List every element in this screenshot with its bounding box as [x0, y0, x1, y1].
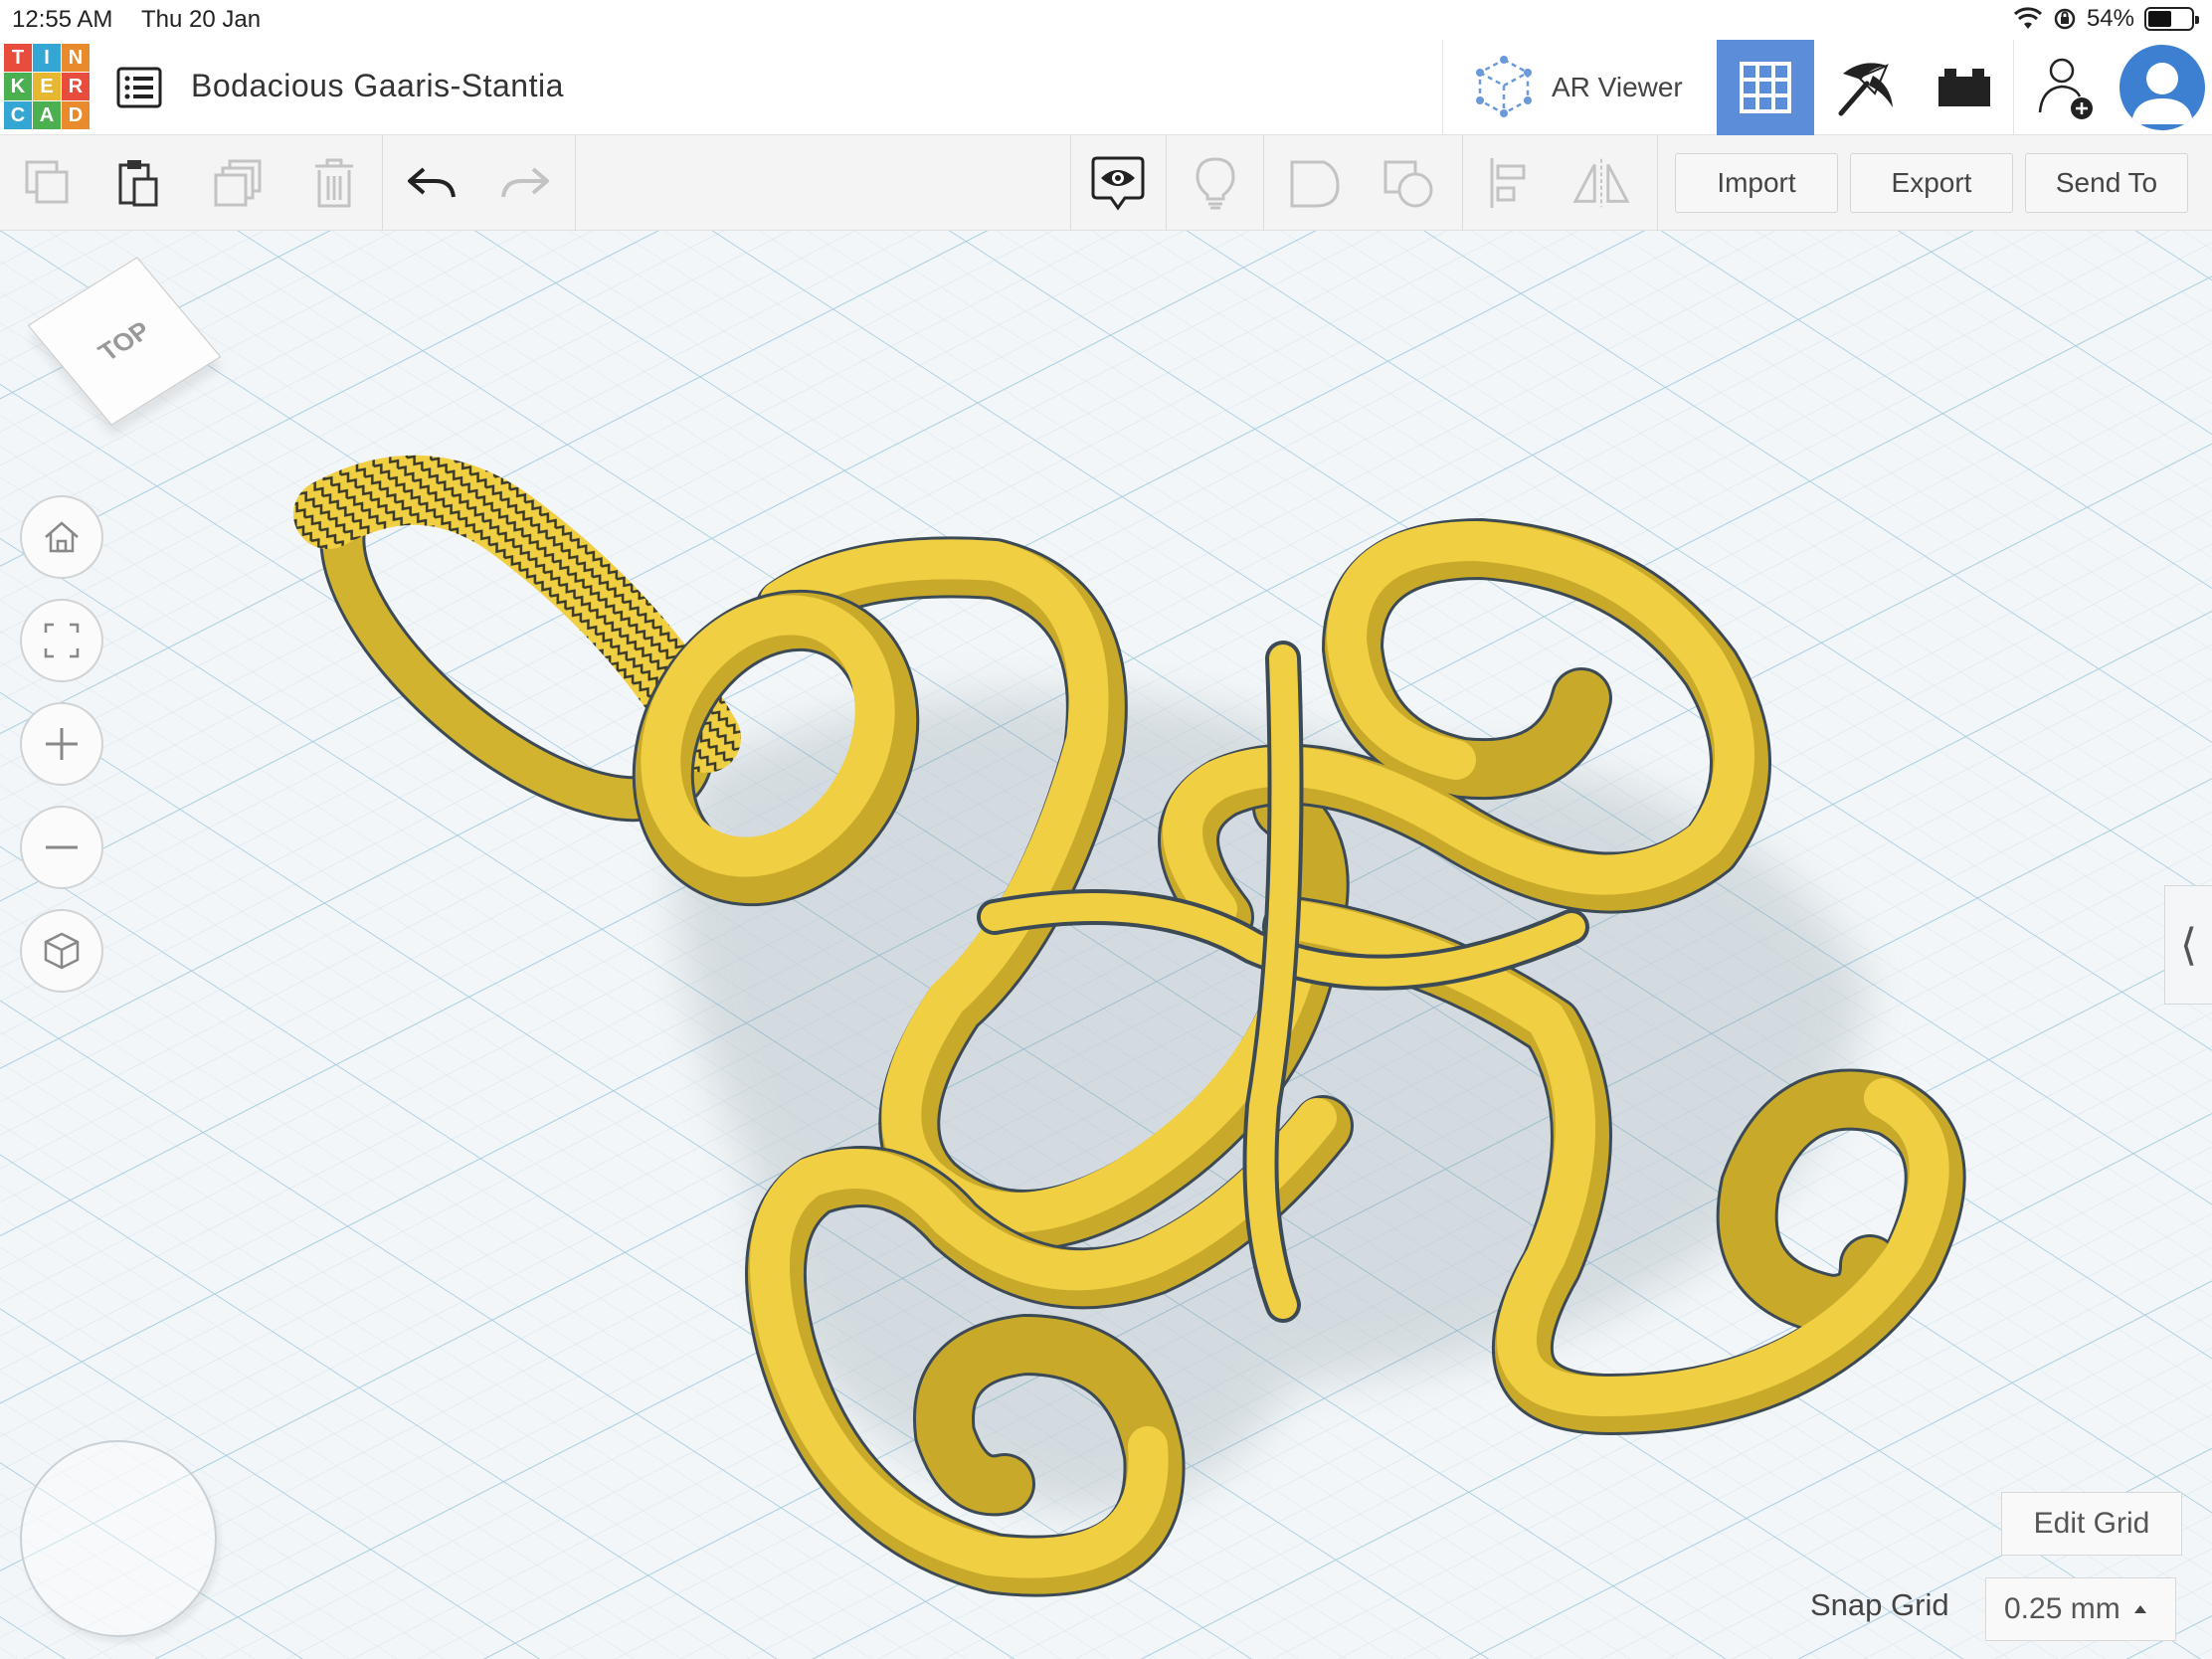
logo-letter: K — [4, 73, 32, 100]
grid-icon — [1740, 62, 1791, 113]
toolbar-divider — [1657, 135, 1658, 231]
blocks-view-button[interactable] — [1816, 40, 1914, 135]
invite-collaborator-button[interactable] — [2017, 40, 2115, 135]
battery-icon — [2144, 7, 2199, 31]
ungroup-button[interactable] — [1379, 153, 1438, 213]
logo-letter: C — [4, 101, 32, 129]
undo-button[interactable] — [402, 153, 461, 213]
fit-view-button[interactable] — [20, 599, 103, 682]
ar-viewer-label: AR Viewer — [1552, 72, 1683, 102]
ungroup-icon — [1383, 160, 1433, 208]
edit-grid-button[interactable]: Edit Grid — [2001, 1492, 2182, 1556]
snap-grid-label: Snap Grid — [1810, 1587, 1949, 1622]
edit-toolbar: Import Export Send To — [0, 135, 2212, 231]
logo-letter: N — [62, 44, 90, 72]
clipboard-icon — [118, 160, 158, 207]
delete-button[interactable] — [304, 153, 364, 213]
header-divider — [1442, 40, 1443, 135]
logo-letter: I — [33, 44, 61, 72]
undo-icon — [408, 167, 456, 198]
user-icon — [2131, 63, 2193, 124]
app-header: TIN KER CAD Bodacious Gaaris-Stantia AR Vi… — [0, 40, 2212, 135]
fit-all-icon — [44, 623, 80, 658]
view-cube-label: TOP — [92, 314, 156, 367]
ar-cube-icon — [1476, 56, 1532, 117]
logo-letter: R — [62, 73, 90, 100]
zoom-in-button[interactable] — [20, 702, 103, 786]
group-button[interactable] — [1285, 153, 1345, 213]
minus-icon — [46, 845, 78, 849]
bricks-view-button[interactable] — [1916, 40, 2013, 135]
ar-viewer-button[interactable]: AR Viewer — [1444, 40, 1713, 135]
workplane-svg[interactable] — [0, 231, 2212, 1659]
copy-button[interactable] — [18, 153, 78, 213]
redo-icon — [501, 167, 549, 198]
tinkercad-logo[interactable]: TIN KER CAD — [4, 44, 90, 129]
orientation-lock-icon — [2054, 8, 2076, 30]
logo-letter: A — [33, 101, 61, 129]
workplane-canvas[interactable]: TOP ⟨ Edit Grid Snap Grid 0.25 mm — [0, 231, 2212, 1659]
battery-level — [2148, 11, 2171, 27]
projection-toggle-button[interactable] — [20, 909, 103, 993]
import-button[interactable]: Import — [1675, 153, 1838, 213]
toolbar-divider — [575, 135, 576, 231]
status-date: Thu 20 Jan — [141, 6, 262, 33]
orbit-joystick[interactable] — [20, 1440, 217, 1637]
group-icon — [1290, 160, 1340, 208]
snap-grid-value: 0.25 mm — [2004, 1592, 2120, 1625]
3d-design-view-button[interactable] — [1717, 40, 1814, 135]
pickaxe-icon — [1838, 63, 1893, 116]
snap-grid-select[interactable]: 0.25 mm — [1985, 1577, 2176, 1641]
status-bar: 12:55 AM Thu 20 Jan 54% — [0, 0, 2212, 40]
toolbar-divider — [1462, 135, 1463, 231]
mirror-icon — [1572, 158, 1630, 208]
duplicate-button[interactable] — [209, 153, 269, 213]
align-button[interactable] — [1478, 153, 1538, 213]
lightbulb-icon — [1196, 157, 1235, 210]
toolbar-divider — [382, 135, 383, 231]
send-to-button[interactable]: Send To — [2025, 153, 2188, 213]
home-icon — [45, 521, 79, 553]
caret-up-icon — [2133, 1605, 2146, 1613]
paste-button[interactable] — [109, 153, 169, 213]
header-divider — [2013, 40, 2014, 135]
design-list-button[interactable] — [111, 60, 167, 115]
trash-icon — [315, 158, 353, 208]
show-all-button[interactable] — [1088, 153, 1148, 213]
notes-button[interactable] — [1186, 153, 1245, 213]
wifi-icon — [2013, 7, 2042, 29]
export-button[interactable]: Export — [1850, 153, 2013, 213]
user-avatar[interactable] — [2117, 42, 2208, 133]
logo-letter: D — [62, 101, 90, 129]
status-indicators: 54% — [2013, 5, 2199, 33]
perspective-cube-icon — [44, 932, 80, 970]
eye-bubble-icon — [1091, 156, 1145, 211]
copy-icon — [25, 160, 69, 204]
logo-letter: E — [33, 73, 61, 100]
plus-icon — [46, 728, 78, 760]
project-title[interactable]: Bodacious Gaaris-Stantia — [191, 68, 564, 104]
add-user-icon — [2038, 58, 2093, 119]
home-view-button[interactable] — [20, 495, 103, 579]
list-icon — [116, 67, 162, 108]
zoom-out-button[interactable] — [20, 806, 103, 889]
battery-percent: 54% — [2086, 5, 2134, 32]
mirror-button[interactable] — [1571, 153, 1631, 213]
logo-letter: T — [4, 44, 32, 72]
toolbar-divider — [1070, 135, 1071, 231]
toolbar-divider — [1263, 135, 1264, 231]
chevron-left-icon: ⟨ — [2179, 920, 2198, 970]
duplicate-icon — [214, 159, 262, 207]
toolbar-divider — [1166, 135, 1167, 231]
redo-button[interactable] — [495, 153, 555, 213]
shapes-panel-toggle[interactable]: ⟨ — [2164, 885, 2212, 1005]
align-icon — [1490, 158, 1526, 208]
status-time: 12:55 AM — [12, 6, 113, 33]
brick-icon — [1938, 69, 1990, 106]
